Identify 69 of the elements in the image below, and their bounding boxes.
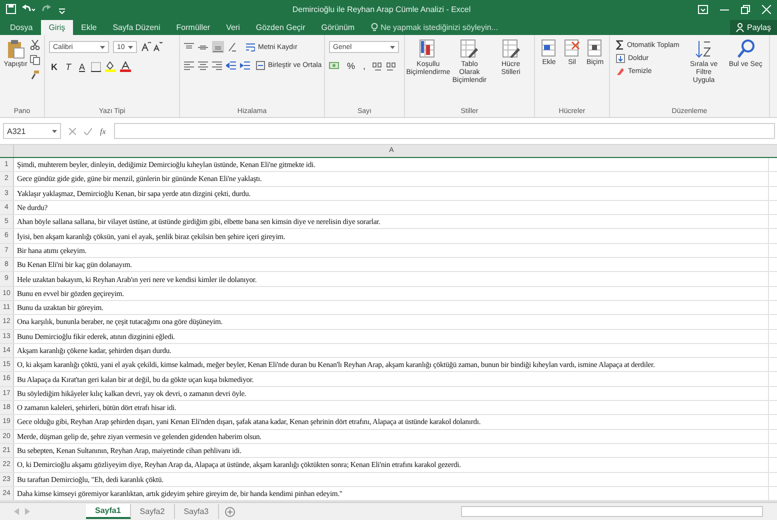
add-sheet-icon[interactable] — [224, 506, 235, 516]
ribbon-tab[interactable]: Veri — [218, 20, 248, 35]
decrease-decimal-icon[interactable] — [386, 61, 396, 71]
insert-cells-icon — [541, 39, 557, 57]
save-icon[interactable] — [6, 4, 16, 14]
sheet-tab[interactable]: Sayfa3 — [174, 504, 219, 519]
currency-icon[interactable] — [329, 61, 341, 71]
table-format-icon — [460, 39, 478, 59]
share-button[interactable]: Paylaş — [730, 20, 777, 35]
borders-icon[interactable] — [91, 62, 102, 72]
sort-icon — [694, 39, 713, 59]
increase-indent-icon[interactable] — [240, 61, 250, 70]
restore-icon[interactable] — [741, 4, 750, 14]
eraser-icon — [616, 67, 625, 76]
ribbon-tab[interactable]: Gözden Geçir — [248, 20, 314, 35]
tell-me-field[interactable]: Ne yapmak istediğinizi söyleyin... — [366, 20, 535, 35]
copy-icon[interactable] — [30, 55, 40, 65]
cut-icon[interactable] — [30, 40, 40, 50]
merge-icon — [256, 61, 265, 70]
increase-decimal-icon[interactable] — [372, 61, 382, 71]
clipboard-icon — [6, 39, 24, 59]
ribbon-tab[interactable]: Giriş — [40, 20, 74, 35]
ribbon-tab[interactable]: Görünüm — [313, 20, 363, 35]
percent-button[interactable]: % — [345, 61, 358, 71]
insert-function-label[interactable]: fx — [100, 126, 106, 136]
formula-field[interactable] — [114, 123, 775, 139]
ribbon-tab[interactable]: Sayfa Düzeni — [104, 20, 168, 35]
middle-align-icon[interactable] — [198, 42, 208, 52]
undo-icon[interactable] — [21, 4, 35, 14]
font-size-icon[interactable] — [141, 42, 163, 52]
format-painter-icon[interactable] — [30, 70, 40, 80]
bold-button[interactable]: K — [49, 62, 60, 72]
fill-down-icon — [616, 54, 625, 63]
italic-button[interactable]: T — [64, 62, 73, 72]
format-cells-icon — [587, 39, 603, 57]
close-icon[interactable] — [762, 4, 771, 14]
ribbon-tab[interactable]: Ekle — [73, 20, 105, 35]
dropdown-caret-icon — [52, 130, 57, 132]
conditional-format-icon — [419, 39, 438, 59]
name-box[interactable]: A321 — [3, 123, 61, 139]
horizontal-scrollbar[interactable] — [461, 506, 763, 517]
decrease-indent-icon[interactable] — [226, 61, 236, 70]
bottom-align-icon[interactable] — [212, 41, 224, 53]
sigma-icon — [616, 40, 624, 50]
ribbon-tab[interactable]: Dosya — [2, 20, 41, 35]
ribbon-tab[interactable]: Formüller — [168, 20, 218, 35]
search-icon — [736, 39, 755, 59]
sheet-tab[interactable]: Sayfa1 — [86, 504, 131, 519]
delete-cells-icon — [564, 39, 580, 57]
lightbulb-icon — [370, 23, 378, 32]
align-left-icon[interactable] — [184, 61, 194, 70]
enter-icon[interactable] — [84, 128, 92, 134]
person-icon — [736, 23, 744, 32]
dropdown-caret-icon — [100, 46, 105, 48]
sheet-tab[interactable]: Sayfa2 — [130, 504, 175, 519]
wrap-text-icon — [246, 42, 255, 52]
top-align-icon[interactable] — [184, 42, 194, 52]
align-center-icon[interactable] — [198, 61, 208, 70]
align-right-icon[interactable] — [212, 61, 222, 70]
font-color-icon[interactable] — [120, 61, 132, 72]
underline-button[interactable]: A — [77, 62, 88, 72]
dropdown-caret-icon — [390, 46, 395, 48]
fill-color-icon[interactable] — [105, 61, 116, 72]
ribbon-display-icon[interactable] — [698, 4, 708, 14]
dropdown-caret-icon — [128, 46, 133, 48]
cell-styles-icon — [502, 39, 520, 59]
comma-style-button[interactable]: , — [361, 61, 368, 71]
cancel-icon[interactable] — [69, 128, 76, 134]
window-title: Demircioğlu ile Reyhan Arap Cümle Analizi - Excel — [291, 4, 472, 14]
